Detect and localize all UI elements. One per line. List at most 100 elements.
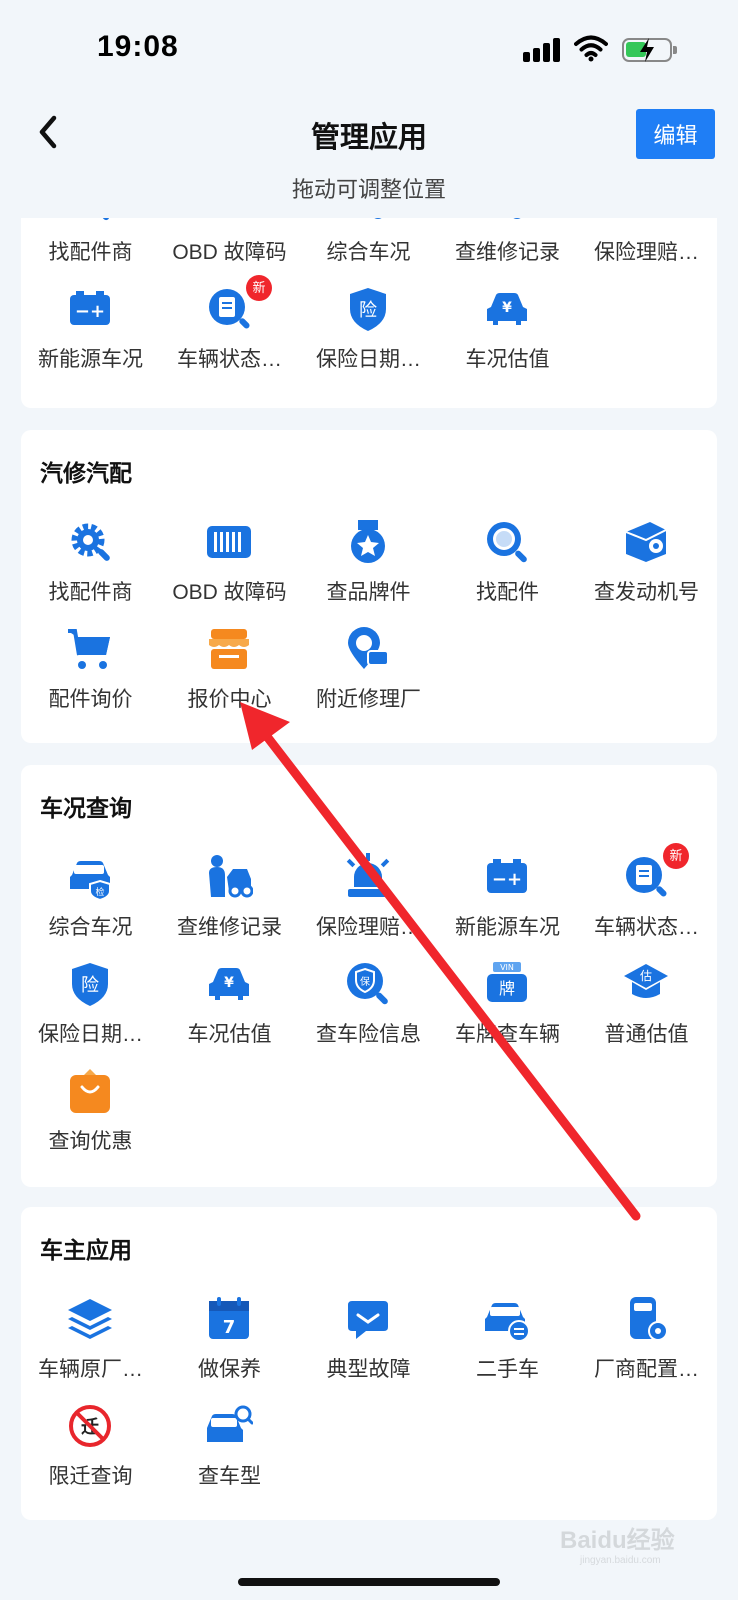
app-oem-parts[interactable]: 车辆原厂… (21, 1295, 160, 1402)
app-discounts[interactable]: 查询优惠 (21, 1067, 160, 1174)
app-maintenance[interactable]: 7 做保养 (160, 1295, 299, 1402)
app-label: 新能源车况 (455, 916, 560, 939)
location-wrench-icon (348, 627, 389, 669)
app-label: 查发动机号 (594, 581, 699, 604)
app-label: 车辆状态… (177, 348, 282, 371)
app-vehicle-overview[interactable]: 综合车况 (299, 218, 438, 285)
app-insurance-date[interactable]: 险 保险日期… (299, 285, 438, 392)
layers-icon (68, 1299, 112, 1339)
app-engine-number[interactable]: 查发动机号 (577, 518, 716, 625)
car-settings-icon (630, 1297, 668, 1341)
siren-icon (346, 853, 390, 897)
page-title: 管理应用 (310, 122, 427, 154)
section-title: 车主应用 (40, 1237, 132, 1263)
app-typical-faults[interactable]: 典型故障 (299, 1295, 438, 1402)
section-car-owner-apps: 车主应用 车辆原厂… 7 做保养 典型故障 二手车 厂商配置… 限迁查询 查车型 (21, 1207, 717, 1520)
app-label: 二手车 (476, 1358, 539, 1381)
app-find-parts-supplier[interactable]: 找配件商 (21, 518, 160, 625)
section-title: 车况查询 (40, 795, 132, 821)
medal-star-icon (351, 520, 385, 563)
svg-text:牌: 牌 (499, 979, 515, 998)
app-relocation-limit[interactable]: 迁 限迁查询 (21, 1402, 160, 1509)
siren-icon (622, 218, 670, 226)
app-car-insurance-info[interactable]: 保 查车险信息 (299, 960, 438, 1067)
car-yen-icon: ¥ (487, 293, 527, 325)
home-indicator[interactable] (238, 1578, 500, 1586)
app-label: 报价中心 (187, 688, 272, 711)
app-label: 找配件 (476, 581, 539, 604)
app-quote-center[interactable]: 报价中心 (160, 625, 299, 732)
shield-icon: 险 (350, 288, 386, 331)
app-label: 普通估值 (604, 1023, 689, 1046)
app-label: 综合车况 (48, 916, 133, 939)
watermark-brand: Baidu经验 (560, 1527, 675, 1554)
app-grid: 找配件商 OBD 故障码 查品牌件 找配件 查发动机号 配件询价 报价中心 附近… (21, 518, 717, 732)
status-bar: 19:08 (0, 0, 738, 100)
app-standard-valuation[interactable]: 估 普通估值 (577, 960, 716, 1067)
app-grid: 检 综合车况 查维修记录 保险理赔… −+ 新能源车况 新 车辆状态… 险 保险… (21, 843, 717, 1174)
app-label: 查维修记录 (455, 241, 560, 264)
app-used-car[interactable]: 二手车 (438, 1295, 577, 1402)
app-label: 查车型 (198, 1465, 261, 1488)
app-obd-code[interactable]: OBD 故障码 (160, 518, 299, 625)
car-search-icon (207, 1405, 253, 1442)
app-ev-condition[interactable]: −+ 新能源车况 (21, 285, 160, 392)
app-label: 保险理赔… (316, 916, 421, 939)
chat-bubble-icon (348, 1301, 388, 1339)
app-car-model[interactable]: 查车型 (160, 1402, 299, 1509)
app-repair-records[interactable]: 查维修记录 (160, 853, 299, 960)
section-auto-repair-parts: 汽修汽配 找配件商 OBD 故障码 查品牌件 找配件 查发动机号 配件询价 报价… (21, 430, 717, 743)
graduation-cap-icon: 估 (624, 964, 668, 998)
app-brand-parts[interactable]: 查品牌件 (299, 518, 438, 625)
app-obd-code[interactable]: OBD 故障码 (160, 218, 299, 285)
app-label: 综合车况 (326, 241, 411, 264)
app-ev-condition[interactable]: −+ 新能源车况 (438, 853, 577, 960)
battery-app-icon: −+ (487, 859, 527, 893)
battery-icon (622, 38, 677, 62)
app-label: 找配件商 (48, 581, 133, 604)
app-label: 查询优惠 (48, 1130, 133, 1153)
gear-search-icon (98, 218, 110, 221)
app-label: 附近修理厂 (316, 688, 421, 711)
app-repair-records[interactable]: 查维修记录 (438, 218, 577, 285)
app-parts-inquiry[interactable]: 配件询价 (21, 625, 160, 732)
svg-text:−+: −+ (492, 869, 522, 890)
app-label: 车牌查车辆 (455, 1023, 560, 1046)
car-inspect-icon (371, 218, 385, 221)
app-vehicle-overview[interactable]: 检 综合车况 (21, 853, 160, 960)
watermark-url: jingyan.baidu.com (580, 1555, 661, 1566)
no-entry-icon: 迁 (69, 1405, 111, 1447)
app-vehicle-valuation[interactable]: ¥ 车况估值 (438, 285, 577, 392)
app-label: 查维修记录 (177, 916, 282, 939)
edit-button[interactable]: 编辑 (636, 109, 715, 159)
app-label: 车况估值 (187, 1023, 272, 1046)
app-find-parts-supplier[interactable]: 找配件商 (21, 218, 160, 285)
app-label: 车况估值 (465, 348, 550, 371)
shopping-bag-icon (70, 1069, 110, 1113)
app-vehicle-status[interactable]: 新 车辆状态… (160, 275, 299, 392)
car-yen-icon: ¥ (209, 968, 249, 1000)
section-vehicle-query: 车况查询 检 综合车况 查维修记录 保险理赔… −+ 新能源车况 新 车辆状态…… (21, 765, 717, 1187)
app-label: 保险日期… (38, 1023, 143, 1046)
app-find-parts[interactable]: 找配件 (438, 518, 577, 625)
status-time: 19:08 (97, 30, 179, 63)
app-manufacturer-config[interactable]: 厂商配置… (577, 1295, 716, 1402)
shield-search-icon: 保 (347, 963, 388, 1005)
app-label: OBD 故障码 (172, 581, 287, 604)
store-icon (209, 629, 249, 669)
svg-text:−+: −+ (75, 301, 105, 322)
app-vehicle-valuation[interactable]: ¥ 车况估值 (160, 960, 299, 1067)
app-insurance-claims[interactable]: 保险理赔… (577, 218, 716, 285)
cellular-signal-icon (523, 38, 563, 62)
search-icon (487, 522, 527, 563)
app-vehicle-status[interactable]: 新 车辆状态… (577, 843, 716, 960)
app-insurance-claims[interactable]: 保险理赔… (299, 853, 438, 960)
my-apps-card: 找配件商 OBD 故障码 综合车况 查维修记录 保险理赔… −+ 新能源车况 新… (21, 218, 717, 408)
app-label: 配件询价 (48, 688, 133, 711)
app-nearby-repair[interactable]: 附近修理厂 (299, 625, 438, 732)
app-insurance-date[interactable]: 险 保险日期… (21, 960, 160, 1067)
app-plate-lookup[interactable]: VIN 牌 车牌查车辆 (438, 960, 577, 1067)
app-label: 新能源车况 (38, 348, 143, 371)
svg-text:检: 检 (95, 886, 104, 898)
svg-text:VIN: VIN (500, 963, 514, 972)
